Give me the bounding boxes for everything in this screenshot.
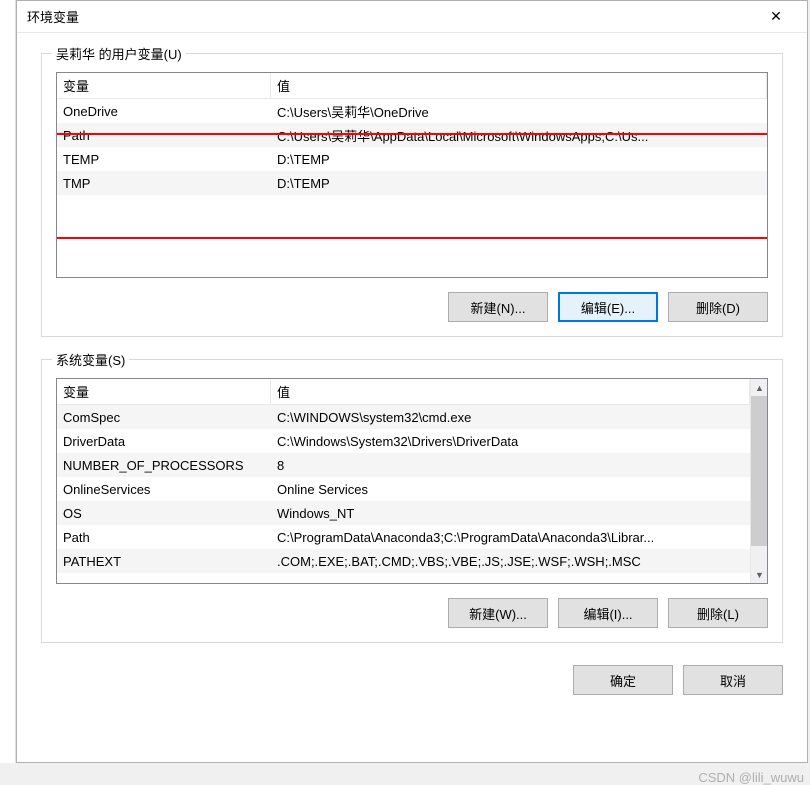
table-row[interactable]: NUMBER_OF_PROCESSORS 8 bbox=[57, 453, 750, 477]
table-row[interactable]: Path C:\ProgramData\Anaconda3;C:\Program… bbox=[57, 525, 750, 549]
cell-var: TEMP bbox=[57, 149, 271, 170]
dialog-title: 环境变量 bbox=[27, 7, 79, 26]
cell-var: Path bbox=[57, 527, 271, 548]
cancel-button[interactable]: 取消 bbox=[683, 665, 783, 695]
edit-user-var-button[interactable]: 编辑(E)... bbox=[558, 292, 658, 322]
env-vars-dialog: 环境变量 ✕ 吴莉华 的用户变量(U) 变量 值 OneDrive C:\Use… bbox=[16, 0, 808, 763]
ok-button[interactable]: 确定 bbox=[573, 665, 673, 695]
titlebar: 环境变量 ✕ bbox=[17, 1, 807, 33]
scrollbar-thumb[interactable] bbox=[751, 396, 768, 546]
user-vars-table[interactable]: 变量 值 OneDrive C:\Users\吴莉华\OneDrive Path… bbox=[56, 72, 768, 278]
system-vars-group-label: 系统变量(S) bbox=[52, 350, 129, 369]
cell-var: OnlineServices bbox=[57, 479, 271, 500]
chevron-up-icon: ▲ bbox=[755, 383, 764, 393]
cell-var: DriverData bbox=[57, 431, 271, 452]
delete-system-var-button[interactable]: 删除(L) bbox=[668, 598, 768, 628]
cell-var: TMP bbox=[57, 173, 271, 194]
column-header-value[interactable]: 值 bbox=[271, 72, 767, 99]
close-icon: ✕ bbox=[770, 8, 782, 25]
table-row[interactable]: TMP D:\TEMP bbox=[57, 171, 767, 195]
cell-val: C:\ProgramData\Anaconda3;C:\ProgramData\… bbox=[271, 527, 750, 548]
dialog-buttons: 确定 取消 bbox=[41, 665, 783, 703]
user-vars-group-label: 吴莉华 的用户变量(U) bbox=[52, 44, 186, 63]
cell-val: C:\Users\吴莉华\OneDrive bbox=[271, 99, 767, 124]
close-button[interactable]: ✕ bbox=[753, 2, 799, 32]
table-header: 变量 值 bbox=[57, 379, 767, 405]
cell-var: NUMBER_OF_PROCESSORS bbox=[57, 455, 271, 476]
cell-var: ComSpec bbox=[57, 407, 271, 428]
watermark: CSDN @lili_wuwu bbox=[698, 770, 804, 785]
user-vars-body: OneDrive C:\Users\吴莉华\OneDrive Path C:\U… bbox=[57, 99, 767, 195]
vertical-scrollbar[interactable]: ▲ ▼ bbox=[750, 379, 767, 583]
cell-var: OneDrive bbox=[57, 101, 271, 122]
cell-val: C:\Users\吴莉华\AppData\Local\Microsoft\Win… bbox=[271, 123, 767, 148]
chevron-down-icon: ▼ bbox=[755, 570, 764, 580]
table-row[interactable]: PATHEXT .COM;.EXE;.BAT;.CMD;.VBS;.VBE;.J… bbox=[57, 549, 750, 573]
column-header-value[interactable]: 值 bbox=[271, 378, 750, 405]
cell-val: C:\Windows\System32\Drivers\DriverData bbox=[271, 431, 750, 452]
table-row[interactable]: OS Windows_NT bbox=[57, 501, 750, 525]
cell-val: 8 bbox=[271, 455, 750, 476]
cell-val: Online Services bbox=[271, 479, 750, 500]
column-header-variable[interactable]: 变量 bbox=[57, 72, 271, 99]
system-vars-group: 系统变量(S) 变量 值 ComSpec C:\WINDOWS\system32… bbox=[41, 359, 783, 643]
cell-var: PATHEXT bbox=[57, 551, 271, 572]
edit-system-var-button[interactable]: 编辑(I)... bbox=[558, 598, 658, 628]
new-user-var-button[interactable]: 新建(N)... bbox=[448, 292, 548, 322]
system-vars-body: ComSpec C:\WINDOWS\system32\cmd.exe Driv… bbox=[57, 405, 767, 573]
delete-user-var-button[interactable]: 删除(D) bbox=[668, 292, 768, 322]
table-header: 变量 值 bbox=[57, 73, 767, 99]
scroll-up-button[interactable]: ▲ bbox=[751, 379, 768, 396]
table-row[interactable]: DriverData C:\Windows\System32\Drivers\D… bbox=[57, 429, 750, 453]
table-row[interactable]: ComSpec C:\WINDOWS\system32\cmd.exe bbox=[57, 405, 750, 429]
system-vars-table[interactable]: 变量 值 ComSpec C:\WINDOWS\system32\cmd.exe… bbox=[56, 378, 768, 584]
user-vars-group: 吴莉华 的用户变量(U) 变量 值 OneDrive C:\Users\吴莉华\… bbox=[41, 53, 783, 337]
new-system-var-button[interactable]: 新建(W)... bbox=[448, 598, 548, 628]
cell-var: OS bbox=[57, 503, 271, 524]
table-row[interactable]: Path C:\Users\吴莉华\AppData\Local\Microsof… bbox=[57, 123, 767, 147]
cell-val: C:\WINDOWS\system32\cmd.exe bbox=[271, 407, 750, 428]
table-row[interactable]: OnlineServices Online Services bbox=[57, 477, 750, 501]
cell-val: D:\TEMP bbox=[271, 149, 767, 170]
cell-val: .COM;.EXE;.BAT;.CMD;.VBS;.VBE;.JS;.JSE;.… bbox=[271, 551, 750, 572]
dialog-content: 吴莉华 的用户变量(U) 变量 值 OneDrive C:\Users\吴莉华\… bbox=[17, 33, 807, 762]
cell-val: D:\TEMP bbox=[271, 173, 767, 194]
scroll-down-button[interactable]: ▼ bbox=[751, 566, 768, 583]
table-row[interactable]: OneDrive C:\Users\吴莉华\OneDrive bbox=[57, 99, 767, 123]
user-vars-buttons: 新建(N)... 编辑(E)... 删除(D) bbox=[56, 292, 768, 322]
column-header-variable[interactable]: 变量 bbox=[57, 378, 271, 405]
system-vars-buttons: 新建(W)... 编辑(I)... 删除(L) bbox=[56, 598, 768, 628]
cell-var: Path bbox=[57, 125, 271, 146]
cell-val: Windows_NT bbox=[271, 503, 750, 524]
table-row[interactable]: TEMP D:\TEMP bbox=[57, 147, 767, 171]
